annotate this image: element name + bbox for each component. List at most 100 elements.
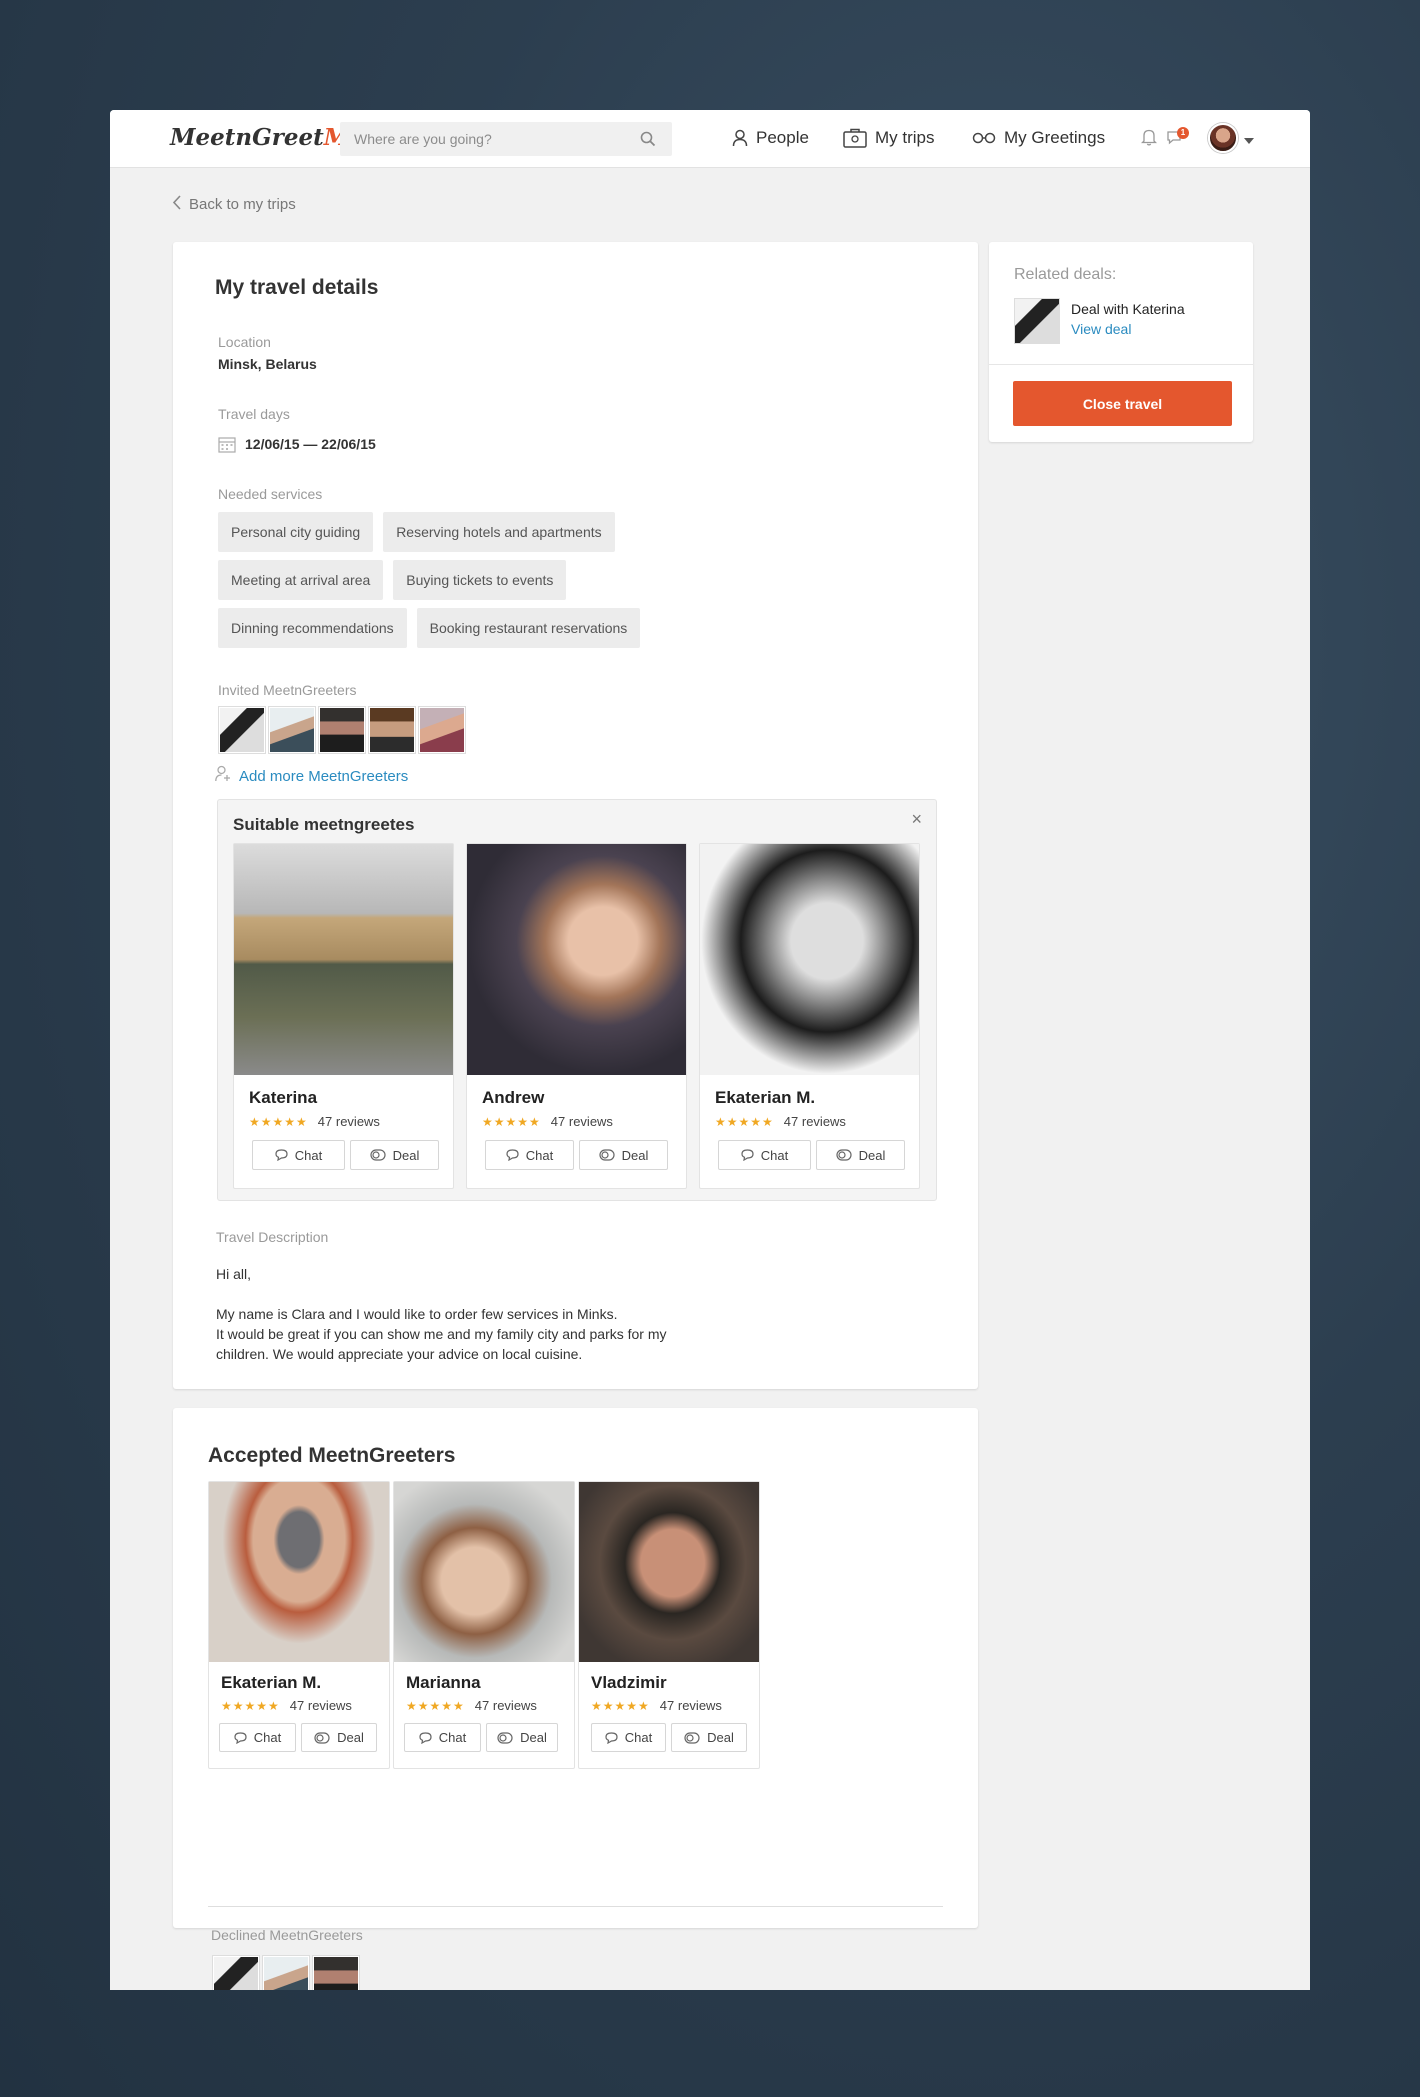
invited-label: Invited MeetnGreeters	[218, 682, 357, 698]
deal-button-label: Deal	[520, 1730, 547, 1745]
person-name: Vladzimir	[591, 1673, 667, 1692]
person-name: Katerina	[249, 1088, 318, 1107]
invited-avatar[interactable]	[219, 707, 265, 753]
services-row: Personal city guiding Reserving hotels a…	[218, 512, 738, 552]
chat-button-label: Chat	[624, 1730, 653, 1745]
invited-avatar[interactable]	[369, 707, 415, 753]
suitable-card: Ekaterian M. ★★★★★ 47 reviews Chat Deal	[699, 843, 920, 1189]
travel-details-card: My travel details Location Minsk, Belaru…	[173, 242, 978, 1389]
person-name: Ekaterian M.	[715, 1088, 816, 1107]
chat-button[interactable]: Chat	[252, 1140, 345, 1170]
nav-people[interactable]: People	[732, 128, 809, 148]
accepted-card-person: Ekaterian M. ★★★★★ 47 reviews Chat Deal	[208, 1481, 390, 1769]
card-actions: Chat Deal	[219, 1723, 377, 1752]
rating: ★★★★★ 47 reviews	[406, 1698, 537, 1713]
deal-icon	[370, 1149, 386, 1161]
star-rating-icon: ★★★★★	[221, 1698, 280, 1713]
chat-button-label: Chat	[438, 1730, 467, 1745]
deal-button[interactable]: Deal	[486, 1723, 558, 1752]
search-input[interactable]	[340, 122, 630, 156]
person-name: Marianna	[406, 1673, 481, 1692]
profile-photo[interactable]	[467, 844, 686, 1075]
suitable-panel: Suitable meetngreetes × Katerina ★★★★★ 4…	[217, 799, 937, 1201]
profile-photo[interactable]	[579, 1482, 759, 1662]
reviews-count[interactable]: 47 reviews	[318, 1114, 380, 1129]
star-rating-icon: ★★★★★	[591, 1698, 650, 1713]
nav-my-trips[interactable]: My trips	[843, 128, 935, 148]
chat-icon	[419, 1731, 432, 1744]
deal-button-label: Deal	[392, 1147, 420, 1163]
deal-title: Deal with Katerina	[1071, 301, 1185, 317]
rating: ★★★★★ 47 reviews	[482, 1114, 613, 1129]
chat-icon	[741, 1149, 754, 1161]
nav-my-greetings[interactable]: My Greetings	[972, 128, 1105, 148]
accepted-title: Accepted MeetnGreeters	[208, 1444, 456, 1467]
declined-avatar[interactable]	[213, 1956, 259, 1990]
deal-button[interactable]: Deal	[350, 1140, 439, 1170]
invited-avatar[interactable]	[319, 707, 365, 753]
service-chip: Dinning recommendations	[218, 608, 407, 648]
travel-days-label: Travel days	[218, 406, 290, 422]
profile-photo[interactable]	[394, 1482, 574, 1662]
close-icon[interactable]: ×	[911, 809, 922, 830]
profile-photo[interactable]	[234, 844, 453, 1075]
service-chip: Booking restaurant reservations	[416, 608, 641, 648]
invited-avatar[interactable]	[419, 707, 465, 753]
deal-icon	[599, 1149, 615, 1161]
profile-photo[interactable]	[700, 844, 919, 1075]
reviews-count[interactable]: 47 reviews	[660, 1698, 722, 1713]
reviews-count[interactable]: 47 reviews	[290, 1698, 352, 1713]
user-avatar[interactable]	[1208, 123, 1238, 153]
divider	[989, 364, 1253, 365]
declined-label: Declined MeetnGreeters	[211, 1927, 363, 1943]
reviews-count[interactable]: 47 reviews	[475, 1698, 537, 1713]
description-label: Travel Description	[216, 1229, 329, 1245]
travel-days-value: 12/06/15 — 22/06/15	[245, 436, 376, 452]
card-actions: Chat Deal	[485, 1140, 668, 1170]
accepted-card-person: Vladzimir ★★★★★ 47 reviews Chat Deal	[578, 1481, 760, 1769]
add-more-link[interactable]: Add more MeetnGreeters	[215, 765, 408, 787]
deal-button[interactable]: Deal	[579, 1140, 668, 1170]
deal-button[interactable]: Deal	[671, 1723, 747, 1752]
reviews-count[interactable]: 47 reviews	[784, 1114, 846, 1129]
deal-icon	[684, 1731, 700, 1744]
declined-avatar[interactable]	[263, 1956, 309, 1990]
suitcase-icon	[843, 128, 867, 148]
chat-icon	[605, 1731, 618, 1744]
chat-button[interactable]: Chat	[718, 1140, 811, 1170]
view-deal-link[interactable]: View deal	[1071, 321, 1131, 337]
deal-icon	[836, 1149, 852, 1161]
deal-icon	[314, 1731, 330, 1744]
description-line: It would be great if you can show me and…	[216, 1326, 667, 1342]
reviews-count[interactable]: 47 reviews	[551, 1114, 613, 1129]
chat-button[interactable]: Chat	[219, 1723, 296, 1752]
services-list: Personal city guiding Reserving hotels a…	[218, 512, 738, 656]
service-chip: Meeting at arrival area	[218, 560, 384, 600]
rating: ★★★★★ 47 reviews	[221, 1698, 352, 1713]
star-rating-icon: ★★★★★	[482, 1114, 541, 1129]
search-icon[interactable]	[640, 131, 656, 152]
close-travel-button[interactable]: Close travel	[1013, 381, 1232, 426]
chat-button-label: Chat	[294, 1147, 323, 1163]
services-label: Needed services	[218, 486, 323, 502]
nav-people-label: People	[756, 128, 809, 147]
deal-button[interactable]: Deal	[816, 1140, 905, 1170]
deal-button-label: Deal	[621, 1147, 649, 1163]
back-to-trips-link[interactable]: Back to my trips	[172, 195, 296, 214]
deal-button[interactable]: Deal	[301, 1723, 377, 1752]
chat-button[interactable]: Chat	[485, 1140, 574, 1170]
chat-button[interactable]: Chat	[591, 1723, 666, 1752]
chevron-down-icon[interactable]	[1244, 132, 1254, 150]
services-row: Dinning recommendations Booking restaura…	[218, 608, 738, 648]
invited-avatar[interactable]	[269, 707, 315, 753]
page-title: My travel details	[215, 276, 379, 299]
app-window: MeetnGreetMe People My trips My Greeting…	[110, 110, 1310, 1990]
card-actions: Chat Deal	[591, 1723, 747, 1752]
declined-avatar[interactable]	[313, 1956, 359, 1990]
profile-photo[interactable]	[209, 1482, 389, 1662]
chat-button-label: Chat	[525, 1147, 554, 1163]
deal-avatar[interactable]	[1014, 298, 1060, 344]
chat-button[interactable]: Chat	[404, 1723, 481, 1752]
bell-icon[interactable]	[1140, 128, 1158, 151]
logo[interactable]: MeetnGreetMe	[170, 124, 364, 151]
